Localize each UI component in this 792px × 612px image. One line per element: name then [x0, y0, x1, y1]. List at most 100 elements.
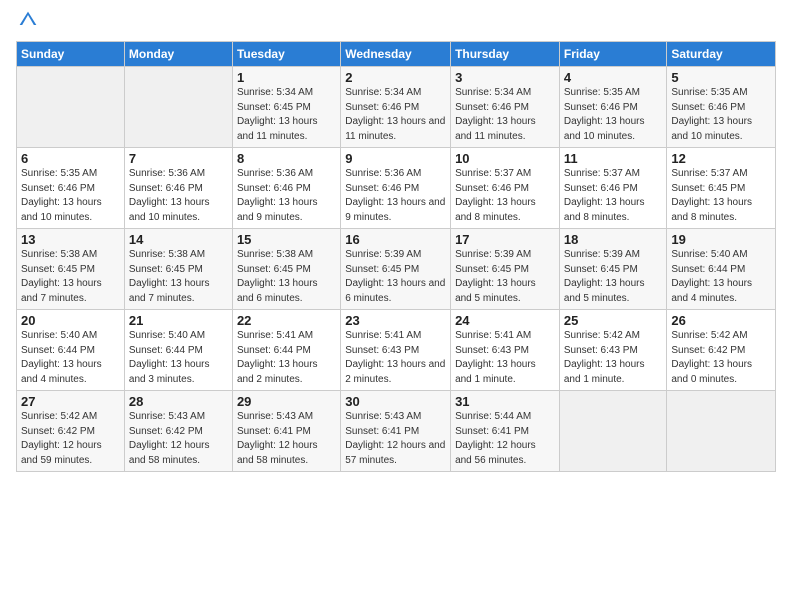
calendar-cell: 29Sunrise: 5:43 AM Sunset: 6:41 PM Dayli… [232, 391, 340, 472]
page: SundayMondayTuesdayWednesdayThursdayFrid… [0, 0, 792, 612]
day-number: 12 [671, 151, 771, 166]
day-number: 18 [564, 232, 663, 247]
calendar-cell [124, 67, 232, 148]
day-number: 6 [21, 151, 120, 166]
calendar-cell: 3Sunrise: 5:34 AM Sunset: 6:46 PM Daylig… [451, 67, 560, 148]
day-number: 20 [21, 313, 120, 328]
day-info: Sunrise: 5:36 AM Sunset: 6:46 PM Dayligh… [129, 167, 228, 225]
day-info: Sunrise: 5:43 AM Sunset: 6:42 PM Dayligh… [129, 410, 228, 468]
calendar-cell: 12Sunrise: 5:37 AM Sunset: 6:45 PM Dayli… [667, 148, 776, 229]
calendar-cell: 18Sunrise: 5:39 AM Sunset: 6:45 PM Dayli… [559, 229, 667, 310]
day-info: Sunrise: 5:43 AM Sunset: 6:41 PM Dayligh… [345, 410, 446, 468]
calendar-cell: 6Sunrise: 5:35 AM Sunset: 6:46 PM Daylig… [17, 148, 125, 229]
weekday-header-thursday: Thursday [451, 42, 560, 67]
day-number: 15 [237, 232, 336, 247]
calendar-cell [559, 391, 667, 472]
calendar-cell [667, 391, 776, 472]
header [16, 10, 776, 35]
day-info: Sunrise: 5:39 AM Sunset: 6:45 PM Dayligh… [455, 248, 555, 306]
day-info: Sunrise: 5:36 AM Sunset: 6:46 PM Dayligh… [237, 167, 336, 225]
calendar-cell: 20Sunrise: 5:40 AM Sunset: 6:44 PM Dayli… [17, 310, 125, 391]
day-number: 16 [345, 232, 446, 247]
day-info: Sunrise: 5:38 AM Sunset: 6:45 PM Dayligh… [129, 248, 228, 306]
day-info: Sunrise: 5:36 AM Sunset: 6:46 PM Dayligh… [345, 167, 446, 225]
day-number: 27 [21, 394, 120, 409]
day-number: 28 [129, 394, 228, 409]
day-number: 10 [455, 151, 555, 166]
day-info: Sunrise: 5:40 AM Sunset: 6:44 PM Dayligh… [671, 248, 771, 306]
day-number: 2 [345, 70, 446, 85]
calendar-cell: 26Sunrise: 5:42 AM Sunset: 6:42 PM Dayli… [667, 310, 776, 391]
calendar-cell [17, 67, 125, 148]
day-info: Sunrise: 5:34 AM Sunset: 6:46 PM Dayligh… [455, 86, 555, 144]
day-number: 13 [21, 232, 120, 247]
calendar-cell: 19Sunrise: 5:40 AM Sunset: 6:44 PM Dayli… [667, 229, 776, 310]
calendar-cell: 16Sunrise: 5:39 AM Sunset: 6:45 PM Dayli… [341, 229, 451, 310]
day-info: Sunrise: 5:40 AM Sunset: 6:44 PM Dayligh… [21, 329, 120, 387]
calendar-table: SundayMondayTuesdayWednesdayThursdayFrid… [16, 41, 776, 472]
day-number: 3 [455, 70, 555, 85]
day-number: 4 [564, 70, 663, 85]
day-info: Sunrise: 5:42 AM Sunset: 6:42 PM Dayligh… [671, 329, 771, 387]
calendar-cell: 15Sunrise: 5:38 AM Sunset: 6:45 PM Dayli… [232, 229, 340, 310]
week-row-3: 13Sunrise: 5:38 AM Sunset: 6:45 PM Dayli… [17, 229, 776, 310]
calendar-cell: 24Sunrise: 5:41 AM Sunset: 6:43 PM Dayli… [451, 310, 560, 391]
calendar-cell: 31Sunrise: 5:44 AM Sunset: 6:41 PM Dayli… [451, 391, 560, 472]
calendar-cell: 21Sunrise: 5:40 AM Sunset: 6:44 PM Dayli… [124, 310, 232, 391]
day-info: Sunrise: 5:37 AM Sunset: 6:45 PM Dayligh… [671, 167, 771, 225]
day-number: 17 [455, 232, 555, 247]
week-row-5: 27Sunrise: 5:42 AM Sunset: 6:42 PM Dayli… [17, 391, 776, 472]
calendar-cell: 4Sunrise: 5:35 AM Sunset: 6:46 PM Daylig… [559, 67, 667, 148]
calendar-cell: 14Sunrise: 5:38 AM Sunset: 6:45 PM Dayli… [124, 229, 232, 310]
day-info: Sunrise: 5:41 AM Sunset: 6:43 PM Dayligh… [455, 329, 555, 387]
day-info: Sunrise: 5:44 AM Sunset: 6:41 PM Dayligh… [455, 410, 555, 468]
day-info: Sunrise: 5:41 AM Sunset: 6:43 PM Dayligh… [345, 329, 446, 387]
calendar-cell: 1Sunrise: 5:34 AM Sunset: 6:45 PM Daylig… [232, 67, 340, 148]
day-number: 19 [671, 232, 771, 247]
day-info: Sunrise: 5:38 AM Sunset: 6:45 PM Dayligh… [237, 248, 336, 306]
calendar-cell: 22Sunrise: 5:41 AM Sunset: 6:44 PM Dayli… [232, 310, 340, 391]
day-info: Sunrise: 5:43 AM Sunset: 6:41 PM Dayligh… [237, 410, 336, 468]
day-number: 21 [129, 313, 228, 328]
weekday-header-row: SundayMondayTuesdayWednesdayThursdayFrid… [17, 42, 776, 67]
calendar-cell: 7Sunrise: 5:36 AM Sunset: 6:46 PM Daylig… [124, 148, 232, 229]
logo-icon [18, 10, 38, 30]
day-info: Sunrise: 5:39 AM Sunset: 6:45 PM Dayligh… [345, 248, 446, 306]
day-info: Sunrise: 5:41 AM Sunset: 6:44 PM Dayligh… [237, 329, 336, 387]
calendar-cell: 13Sunrise: 5:38 AM Sunset: 6:45 PM Dayli… [17, 229, 125, 310]
day-number: 22 [237, 313, 336, 328]
week-row-1: 1Sunrise: 5:34 AM Sunset: 6:45 PM Daylig… [17, 67, 776, 148]
day-info: Sunrise: 5:35 AM Sunset: 6:46 PM Dayligh… [21, 167, 120, 225]
weekday-header-friday: Friday [559, 42, 667, 67]
weekday-header-tuesday: Tuesday [232, 42, 340, 67]
day-info: Sunrise: 5:38 AM Sunset: 6:45 PM Dayligh… [21, 248, 120, 306]
calendar-cell: 10Sunrise: 5:37 AM Sunset: 6:46 PM Dayli… [451, 148, 560, 229]
calendar-cell: 5Sunrise: 5:35 AM Sunset: 6:46 PM Daylig… [667, 67, 776, 148]
weekday-header-monday: Monday [124, 42, 232, 67]
day-number: 30 [345, 394, 446, 409]
calendar-cell: 2Sunrise: 5:34 AM Sunset: 6:46 PM Daylig… [341, 67, 451, 148]
day-number: 25 [564, 313, 663, 328]
day-number: 7 [129, 151, 228, 166]
day-number: 11 [564, 151, 663, 166]
weekday-header-saturday: Saturday [667, 42, 776, 67]
week-row-2: 6Sunrise: 5:35 AM Sunset: 6:46 PM Daylig… [17, 148, 776, 229]
day-info: Sunrise: 5:37 AM Sunset: 6:46 PM Dayligh… [564, 167, 663, 225]
day-number: 14 [129, 232, 228, 247]
day-info: Sunrise: 5:34 AM Sunset: 6:45 PM Dayligh… [237, 86, 336, 144]
calendar-cell: 28Sunrise: 5:43 AM Sunset: 6:42 PM Dayli… [124, 391, 232, 472]
weekday-header-wednesday: Wednesday [341, 42, 451, 67]
day-number: 31 [455, 394, 555, 409]
calendar-cell: 17Sunrise: 5:39 AM Sunset: 6:45 PM Dayli… [451, 229, 560, 310]
day-number: 5 [671, 70, 771, 85]
week-row-4: 20Sunrise: 5:40 AM Sunset: 6:44 PM Dayli… [17, 310, 776, 391]
calendar-cell: 23Sunrise: 5:41 AM Sunset: 6:43 PM Dayli… [341, 310, 451, 391]
day-info: Sunrise: 5:35 AM Sunset: 6:46 PM Dayligh… [671, 86, 771, 144]
day-number: 26 [671, 313, 771, 328]
day-number: 8 [237, 151, 336, 166]
day-info: Sunrise: 5:34 AM Sunset: 6:46 PM Dayligh… [345, 86, 446, 144]
calendar-cell: 9Sunrise: 5:36 AM Sunset: 6:46 PM Daylig… [341, 148, 451, 229]
day-info: Sunrise: 5:40 AM Sunset: 6:44 PM Dayligh… [129, 329, 228, 387]
day-info: Sunrise: 5:42 AM Sunset: 6:42 PM Dayligh… [21, 410, 120, 468]
day-number: 24 [455, 313, 555, 328]
